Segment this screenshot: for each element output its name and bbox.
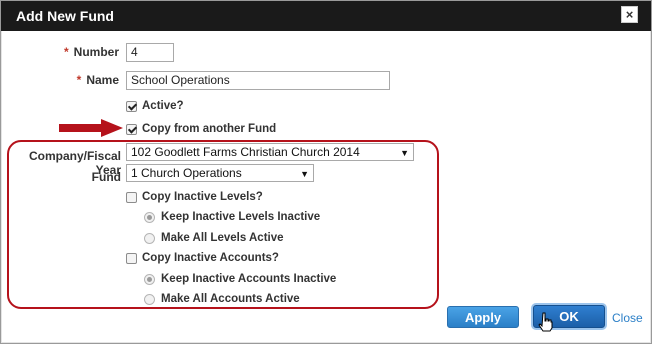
fund-label: Fund	[91, 170, 121, 184]
required-mark: *	[63, 45, 69, 59]
keep-levels-radio[interactable]	[144, 211, 155, 223]
annotation-arrow-icon	[59, 119, 123, 137]
copy-inactive-accounts-row[interactable]: Copy Inactive Accounts?	[126, 252, 279, 264]
fund-select[interactable]: 1 Church Operations ▼	[126, 164, 314, 182]
dialog-titlebar: Add New Fund ×	[1, 1, 651, 31]
copy-label: Copy from another Fund	[142, 123, 277, 135]
hand-cursor-icon	[538, 312, 553, 332]
dialog-title: Add New Fund	[16, 8, 114, 24]
number-label: * Number	[61, 45, 119, 59]
active-label: Active?	[142, 100, 184, 112]
keep-levels-radio-row[interactable]: Keep Inactive Levels Inactive	[144, 211, 320, 223]
make-levels-radio[interactable]	[144, 232, 155, 244]
make-levels-label: Make All Levels Active	[161, 232, 284, 244]
copy-inactive-accounts-label: Copy Inactive Accounts?	[142, 252, 279, 264]
make-accounts-label: Make All Accounts Active	[161, 293, 300, 305]
company-select[interactable]: 102 Goodlett Farms Christian Church 2014…	[126, 143, 414, 161]
dropdown-arrow-icon: ▼	[400, 148, 409, 158]
copy-inactive-levels-label: Copy Inactive Levels?	[142, 191, 263, 203]
make-levels-radio-row[interactable]: Make All Levels Active	[144, 232, 284, 244]
fund-select-value: 1 Church Operations	[131, 166, 242, 180]
active-checkbox-row[interactable]: Active?	[126, 100, 184, 112]
add-fund-dialog: Add New Fund × * Number 4 * Name School Op…	[0, 0, 652, 344]
dropdown-arrow-icon: ▼	[300, 169, 309, 179]
number-label-text: Number	[73, 45, 119, 59]
keep-levels-label: Keep Inactive Levels Inactive	[161, 211, 321, 223]
keep-accounts-label: Keep Inactive Accounts Inactive	[161, 273, 337, 285]
copy-inactive-levels-row[interactable]: Copy Inactive Levels?	[126, 191, 263, 203]
number-input[interactable]: 4	[126, 43, 174, 62]
copy-inactive-accounts-checkbox[interactable]	[126, 252, 137, 264]
name-label-text: Name	[86, 73, 119, 87]
name-input[interactable]: School Operations	[126, 71, 390, 90]
copy-inactive-levels-checkbox[interactable]	[126, 191, 137, 203]
close-link[interactable]: Close	[612, 311, 643, 325]
keep-accounts-radio[interactable]	[144, 273, 155, 285]
make-accounts-radio[interactable]	[144, 293, 155, 305]
active-checkbox[interactable]	[126, 100, 137, 112]
copy-checkbox-row[interactable]: Copy from another Fund	[126, 123, 276, 135]
apply-button[interactable]: Apply	[447, 306, 519, 328]
copy-checkbox[interactable]	[126, 123, 137, 135]
required-mark: *	[76, 73, 82, 87]
keep-accounts-radio-row[interactable]: Keep Inactive Accounts Inactive	[144, 273, 336, 285]
make-accounts-radio-row[interactable]: Make All Accounts Active	[144, 293, 300, 305]
close-icon[interactable]: ×	[621, 6, 638, 23]
name-label: * Name	[61, 73, 119, 87]
company-select-value: 102 Goodlett Farms Christian Church 2014	[131, 145, 360, 159]
